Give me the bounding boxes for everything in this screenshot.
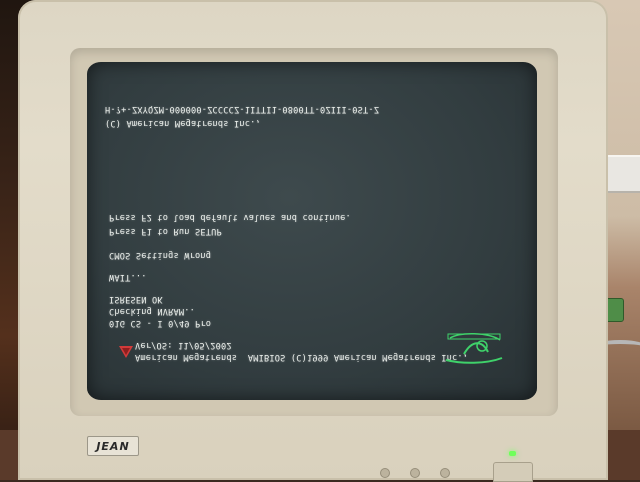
bios-line-11: American Megatrends AMIBIOS (C)1999 Amer… bbox=[135, 352, 469, 362]
crt-screen: H-?+-ZXYQZM-000000-ZCCCCZ-1ITTI1-0800TT-… bbox=[87, 62, 537, 400]
energy-star-icon bbox=[445, 333, 503, 364]
bios-line-2: (C) American Megatrends Inc., bbox=[105, 118, 261, 128]
power-led-icon bbox=[509, 451, 516, 456]
ami-logo-icon bbox=[119, 346, 133, 358]
bios-line-10: Ver/OS: 11/05/2002 bbox=[135, 340, 232, 350]
bios-line-4: Press F1 to Run SETUP bbox=[109, 226, 222, 236]
monitor-button[interactable] bbox=[380, 468, 390, 478]
bios-line-6: WAIT... bbox=[109, 272, 147, 282]
bios-line-7: ISRESEN OK bbox=[109, 294, 163, 304]
monitor-button[interactable] bbox=[440, 468, 450, 478]
monitor-control-buttons bbox=[380, 468, 480, 480]
bios-line-3: Press F2 to load default values and cont… bbox=[109, 212, 351, 222]
bios-line-5: CMOS Settings Wrong bbox=[109, 250, 212, 260]
monitor-brand-badge: JEAN bbox=[87, 436, 139, 456]
monitor-button[interactable] bbox=[410, 468, 420, 478]
bios-line-8: Checking NVRAM.. bbox=[109, 306, 195, 316]
bios-line-9: 01G CS - I 0/49 Pro bbox=[109, 318, 212, 328]
power-button[interactable] bbox=[493, 462, 533, 482]
bios-line-1: H-?+-ZXYQZM-000000-ZCCCCZ-1ITTI1-0800TT-… bbox=[105, 104, 380, 114]
